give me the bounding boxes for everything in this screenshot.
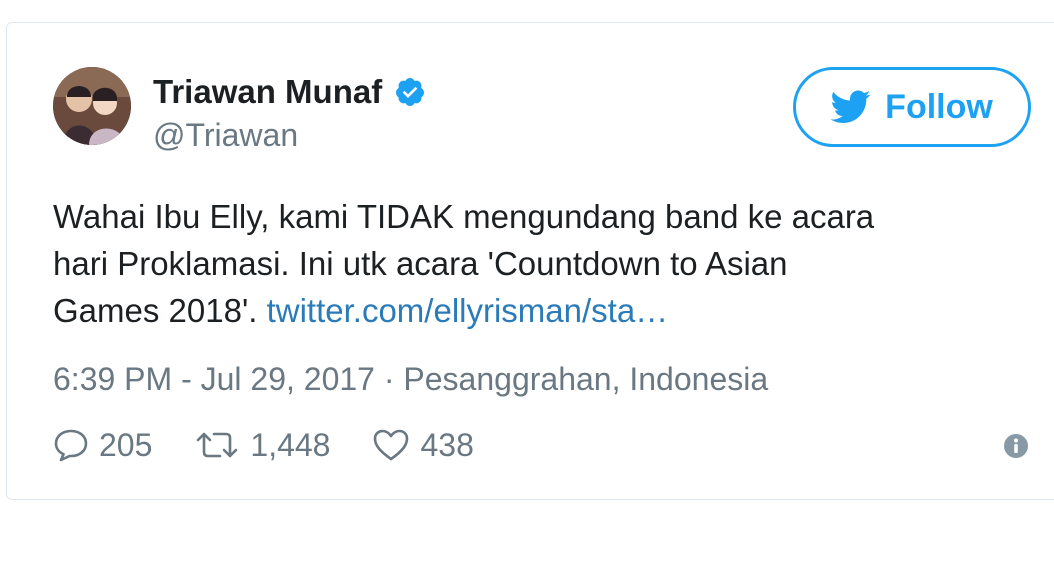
follow-label: Follow: [885, 88, 993, 126]
author-handle[interactable]: @Triawan: [153, 119, 298, 151]
avatar[interactable]: [53, 67, 131, 145]
tweet-text-line: Wahai Ibu Elly, kami TIDAK mengundang ba…: [53, 198, 875, 235]
tweet-text-line: hari Proklamasi. Ini utk acara 'Countdow…: [53, 245, 788, 282]
reply-icon: [54, 429, 88, 462]
tweet-link[interactable]: twitter.com/ellyrisman/sta…: [267, 292, 669, 329]
author-name[interactable]: Triawan Munaf: [153, 75, 382, 108]
tweet-text-line-with-link: Games 2018'. twitter.com/ellyrisman/sta…: [53, 287, 1043, 334]
reply-count: 205: [99, 426, 153, 463]
like-count: 438: [420, 426, 474, 463]
avatar-image: [53, 67, 131, 145]
meta-separator: ·: [374, 361, 404, 397]
tweet-meta: 6:39 PM - Jul 29, 2017 · Pesanggrahan, I…: [53, 359, 768, 399]
tweet-timestamp[interactable]: 6:39 PM - Jul 29, 2017: [53, 361, 375, 397]
tweet-text: Wahai Ibu Elly, kami TIDAK mengundang ba…: [53, 193, 1043, 334]
tweet-actions: 205 1,448 438: [53, 423, 516, 467]
reply-action[interactable]: 205: [53, 427, 152, 464]
follow-button[interactable]: Follow: [793, 67, 1031, 147]
retweet-count: 1,448: [250, 426, 331, 463]
heart-icon: [374, 429, 409, 461]
retweet-icon: [197, 432, 238, 458]
retweet-action[interactable]: 1,448: [194, 427, 330, 464]
tweet-card: Triawan Munaf @Triawan Follow Wahai Ibu …: [6, 22, 1054, 500]
author-name-row: Triawan Munaf: [153, 75, 426, 108]
twitter-bird-icon: [831, 90, 871, 123]
verified-badge-icon: [396, 77, 425, 106]
tweet-text-line: Games 2018'.: [53, 292, 267, 329]
like-action[interactable]: 438: [372, 426, 474, 464]
tweet-location[interactable]: Pesanggrahan, Indonesia: [403, 361, 768, 397]
info-icon[interactable]: [1003, 433, 1029, 459]
